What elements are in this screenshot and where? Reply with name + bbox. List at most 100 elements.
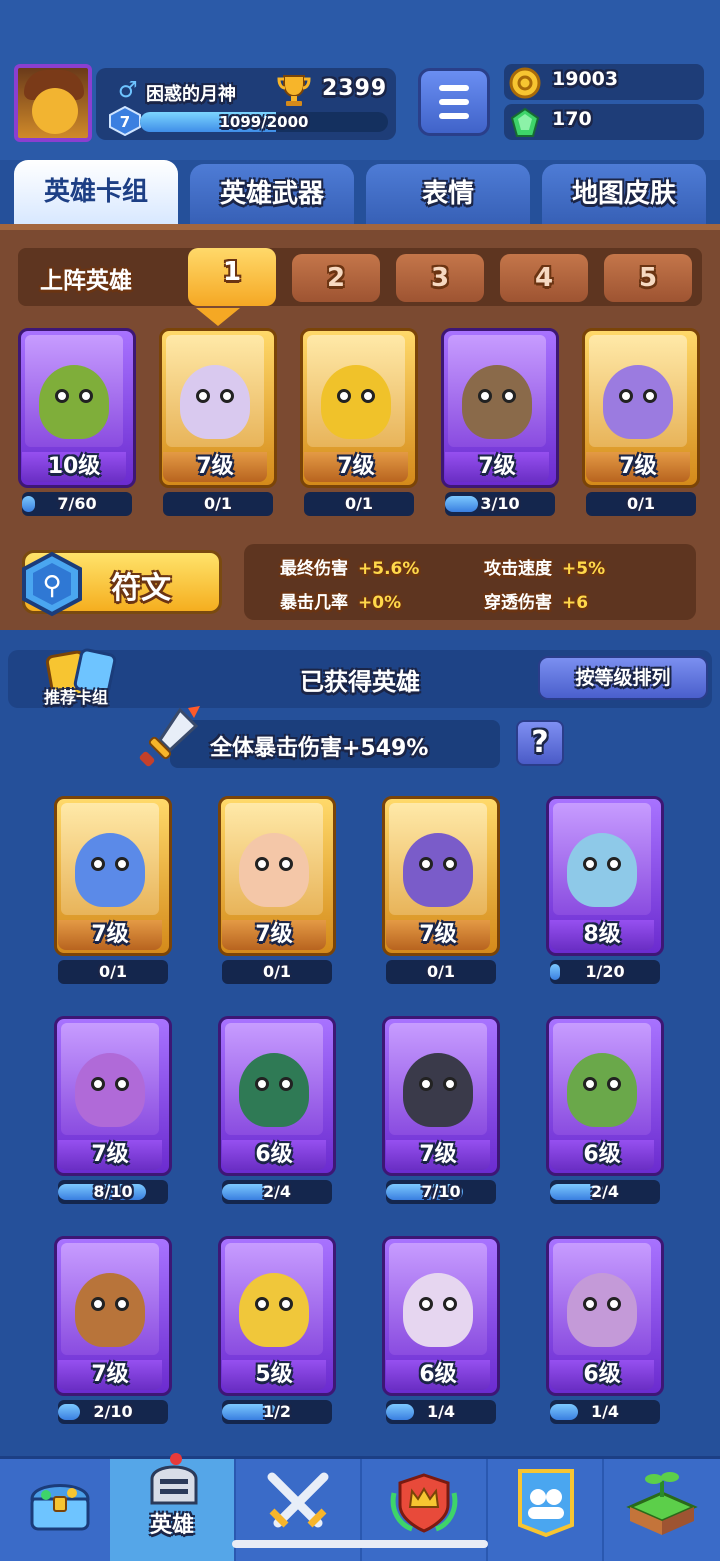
hero-level: 7级: [58, 1140, 162, 1170]
level-badge: 7: [109, 106, 141, 136]
hero-card[interactable]: 6级 1/4: [546, 1236, 664, 1426]
hero-card-count: 7/10: [421, 1182, 461, 1201]
hero-level: 7级: [386, 1140, 490, 1170]
hero-card-progress: 0/1: [163, 492, 273, 516]
hero-card[interactable]: 7级 0/1: [582, 328, 700, 518]
tab-hero-deck[interactable]: 英雄卡组: [14, 160, 178, 224]
hero-level: 7级: [222, 920, 326, 950]
rune-icon: ⚲: [22, 551, 82, 617]
trophy-icon: [277, 75, 311, 106]
tab-hero-weapons[interactable]: 英雄武器: [190, 164, 354, 224]
hero-card-count: 8/10: [93, 1182, 133, 1201]
hero-card-progress: 2/4: [550, 1180, 660, 1204]
gem-amount: 170: [552, 108, 592, 130]
hero-card[interactable]: 6级 2/4: [546, 1016, 664, 1206]
hero-character-art: [239, 833, 309, 907]
xp-progress-bar: 1099/2000: [140, 112, 388, 132]
hero-portrait: [553, 1023, 651, 1135]
hero-level: 7级: [58, 920, 162, 950]
nav-team[interactable]: [488, 1459, 604, 1561]
male-icon: ♂: [118, 78, 138, 103]
stat-crit-chance: 暴击几率 +0%: [280, 593, 402, 613]
hero-card-count: 0/1: [262, 962, 292, 981]
hero-card[interactable]: 8级 1/20: [546, 796, 664, 986]
sort-by-level-button[interactable]: 按等级排列: [538, 656, 708, 700]
home-indicator[interactable]: [232, 1540, 488, 1548]
hero-card-progress: 0/1: [304, 492, 414, 516]
stat-final-damage: 最终伤害 +5.6%: [280, 559, 420, 579]
hero-level: 7级: [304, 452, 408, 482]
hero-card[interactable]: 7级 3/10: [441, 328, 559, 518]
deck-slot-4[interactable]: 4: [500, 254, 588, 302]
category-tabs: 英雄卡组 英雄武器 表情 地图皮肤: [0, 160, 720, 224]
hero-character-art: [75, 833, 145, 907]
help-button[interactable]: ?: [516, 720, 564, 766]
hero-card[interactable]: 7级 2/10: [54, 1236, 172, 1426]
tab-emotes[interactable]: 表情: [366, 164, 530, 224]
hero-card[interactable]: 5级 1/2: [218, 1236, 336, 1426]
menu-button[interactable]: [418, 68, 490, 136]
hero-character-art: [403, 1273, 473, 1347]
hero-portrait: [389, 803, 487, 915]
stat-penetration-damage: 穿透伤害 +6: [484, 593, 589, 613]
level-number: 7: [120, 113, 130, 131]
hero-card[interactable]: 7级 0/1: [159, 328, 277, 518]
hero-card[interactable]: 7级 8/10: [54, 1016, 172, 1206]
gold-coin-icon: [509, 67, 541, 99]
hero-card-count: 0/1: [203, 494, 233, 513]
hero-character-art: [462, 365, 532, 439]
hero-level: 6级: [222, 1140, 326, 1170]
top-status-bar: ♂ 困惑的月神 2399 7 1099/2000 19003 170: [0, 0, 720, 160]
hero-card[interactable]: 10级 7/60: [18, 328, 136, 518]
hero-portrait: [553, 803, 651, 915]
team-banner-icon: [518, 1469, 574, 1538]
deck-slot-3[interactable]: 3: [396, 254, 484, 302]
nav-heroes-label: 英雄: [149, 1513, 194, 1538]
deck-slot-1[interactable]: 1: [188, 248, 276, 306]
hero-card-count: 1/4: [426, 1402, 456, 1421]
hero-card[interactable]: 7级 0/1: [54, 796, 172, 986]
hero-card-count: 7/60: [57, 494, 97, 513]
hero-character-art: [321, 365, 391, 439]
svg-text:⚲: ⚲: [42, 571, 61, 601]
player-avatar[interactable]: [14, 64, 92, 142]
hero-card-progress: 7/10: [386, 1180, 496, 1204]
gold-counter[interactable]: 19003: [504, 64, 704, 100]
deck-slot-5[interactable]: 5: [604, 254, 692, 302]
deck-slot-2[interactable]: 2: [292, 254, 380, 302]
tab-map-skins[interactable]: 地图皮肤: [542, 164, 706, 224]
hero-character-art: [403, 1053, 473, 1127]
trophy-count: 2399: [322, 76, 388, 101]
hero-card[interactable]: 7级 7/10: [382, 1016, 500, 1206]
nav-garden[interactable]: [604, 1459, 720, 1561]
hero-card[interactable]: 6级 2/4: [218, 1016, 336, 1206]
hero-portrait: [225, 803, 323, 915]
hero-card[interactable]: 6级 1/4: [382, 1236, 500, 1426]
hero-portrait: [166, 335, 264, 447]
hero-character-art: [39, 365, 109, 439]
hero-card[interactable]: 7级 0/1: [218, 796, 336, 986]
nav-heroes[interactable]: 英雄: [110, 1453, 236, 1561]
hero-portrait: [389, 1243, 487, 1355]
hero-card-count: 1/2: [262, 1402, 292, 1421]
hero-card[interactable]: 7级 0/1: [300, 328, 418, 518]
gem-counter[interactable]: 170: [504, 104, 704, 140]
hero-portrait: [389, 1023, 487, 1135]
hero-character-art: [75, 1273, 145, 1347]
hero-card-progress: 3/10: [445, 492, 555, 516]
hero-card-count: 0/1: [344, 494, 374, 513]
grass-island-icon: [626, 1472, 698, 1535]
crit-damage-text: 全体暴击伤害+549%: [210, 736, 429, 761]
rune-button[interactable]: ⚲ 符文: [22, 550, 222, 617]
hero-portrait: [225, 1243, 323, 1355]
hero-card[interactable]: 7级 0/1: [382, 796, 500, 986]
hero-portrait: [448, 335, 546, 447]
hero-portrait: [61, 1023, 159, 1135]
hero-level: 7级: [386, 920, 490, 950]
xp-progress-text: 1099/2000: [219, 113, 309, 131]
hero-character-art: [403, 833, 473, 907]
nav-shop[interactable]: [0, 1459, 120, 1561]
hero-card-count: 1/4: [590, 1402, 620, 1421]
green-gem-icon: [510, 107, 540, 137]
knight-helmet-icon: [150, 1453, 198, 1505]
